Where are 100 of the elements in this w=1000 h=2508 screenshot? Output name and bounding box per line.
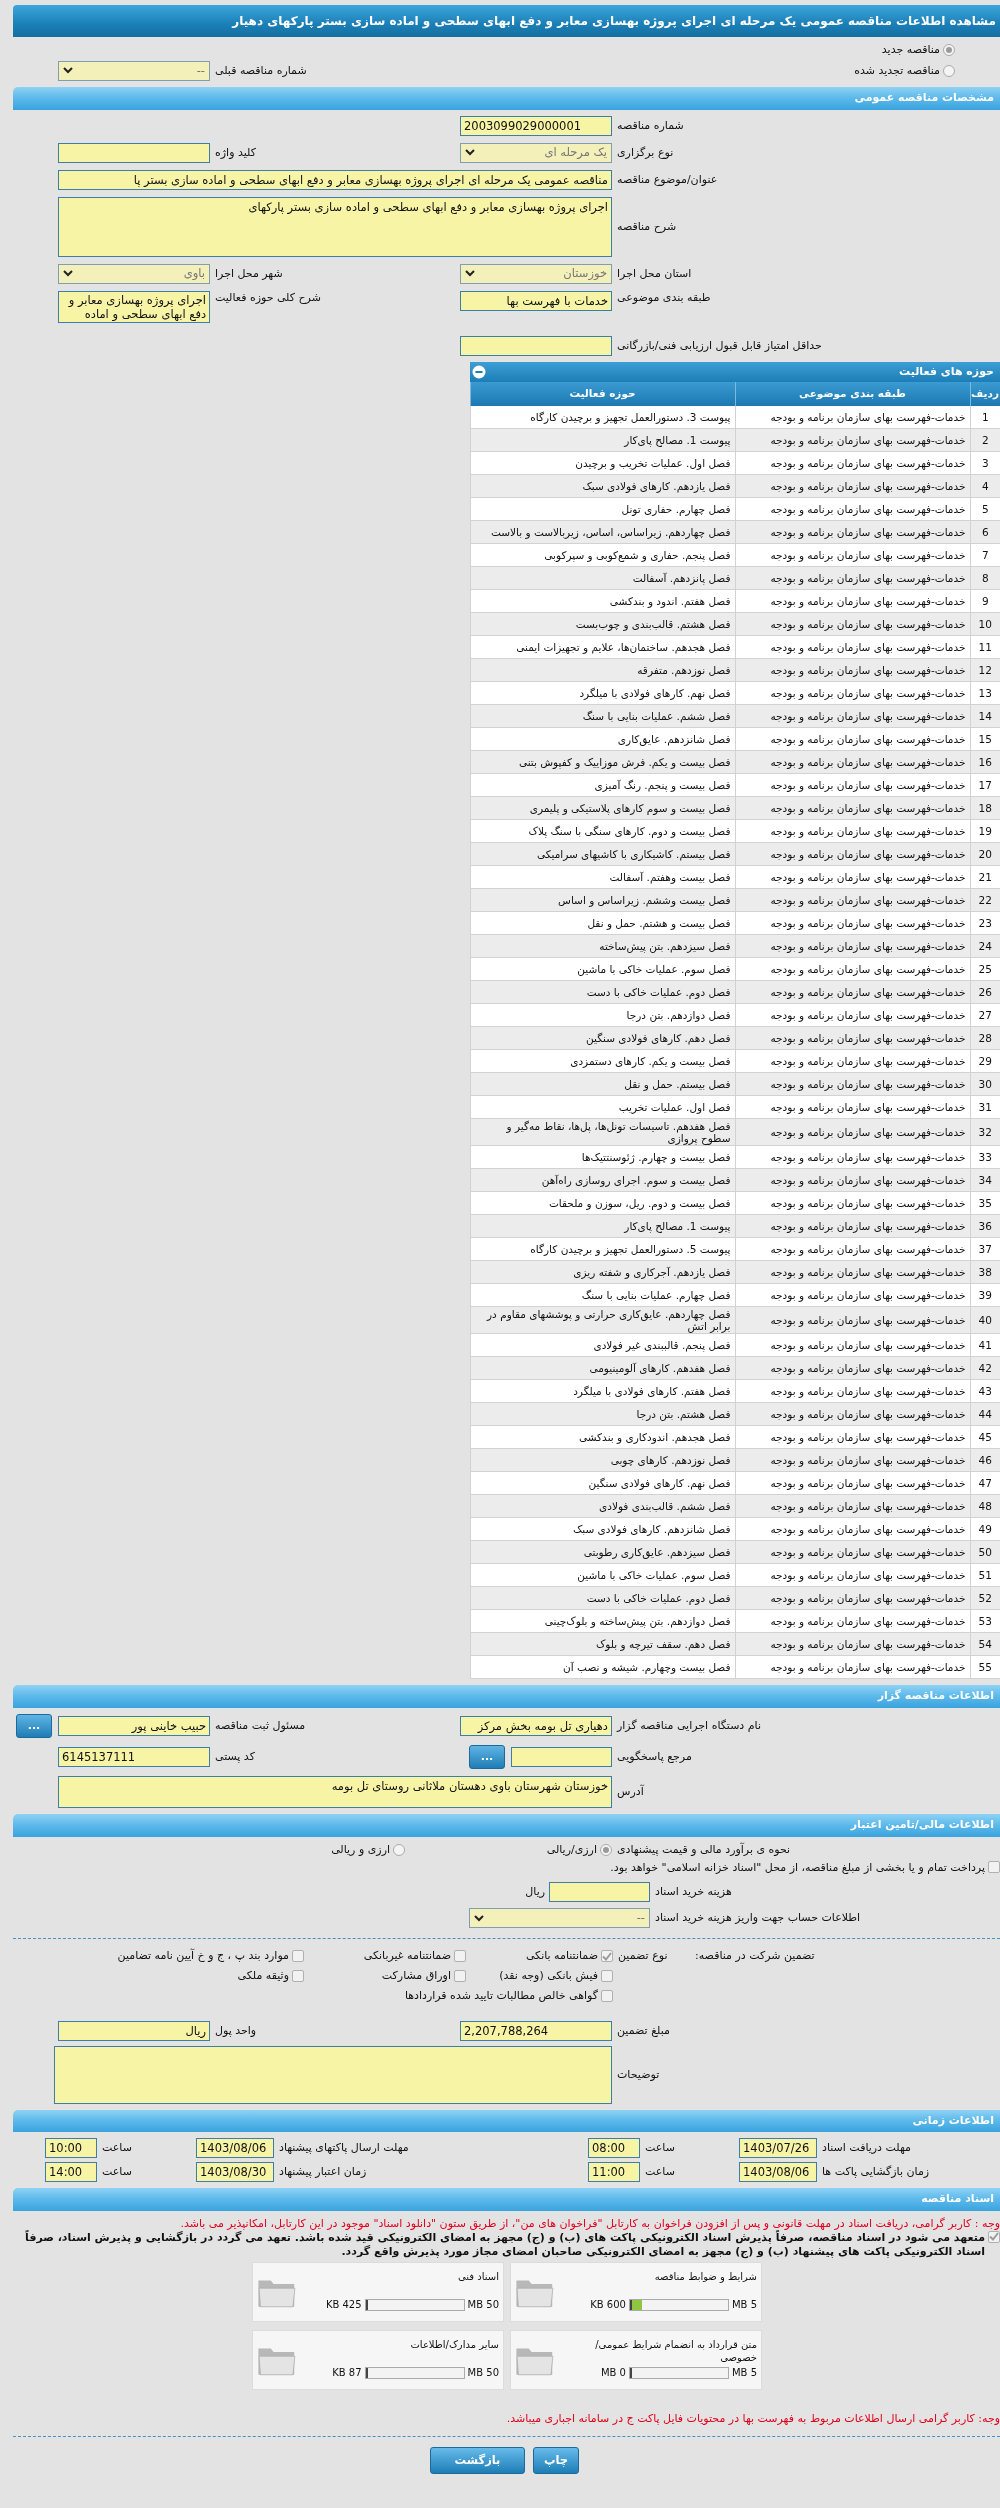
table-cell: 8 [970,566,1000,590]
input-field[interactable]: 6145137111 [58,1747,210,1767]
table-cell: خدمات-فهرست بهای سازمان برنامه و بودجه [735,1517,970,1541]
field-label: شهر محل اجرا [214,266,284,281]
table-cell: فصل بیست و چهارم. ژئوسنتتیک‌ها [470,1145,735,1169]
field-label: شماره مناقصه [616,118,685,133]
select-field[interactable]: -- [469,1908,650,1929]
checkbox-label: پرداخت تمام و یا بخشی از مبلغ مناقصه، از محل "اسناد خزانه اسلامی" خواهد بود. [610,1860,985,1875]
table-cell: فصل نوزدهم. کارهای چوبی [470,1448,735,1472]
input-field[interactable] [511,1747,612,1767]
table-cell: 33 [970,1145,1000,1169]
table-cell: 9 [970,589,1000,613]
input-field[interactable]: 1403/07/26 [739,2138,817,2159]
table-cell: فصل پنجم. قالببندی غیر فولادی [470,1333,735,1357]
input-field[interactable]: 1403/08/30 [196,2162,274,2183]
table-cell: 26 [970,980,1000,1004]
checkbox[interactable] [454,1969,466,1982]
field-label: نوع برگزاری [616,145,675,160]
table-cell: فصل چهاردهم. عایق‌کاری حرارتی و پوششهای مقاوم در برابر اتش [470,1306,735,1334]
text-area[interactable] [54,2045,612,2104]
checkbox[interactable] [601,1950,613,1963]
table-cell: 22 [970,888,1000,912]
field-label: توضیحات [616,2067,661,2082]
table-cell: فصل هجدهم. اندودکاری و بندکشی [470,1425,735,1449]
text-area[interactable]: اجرای پروژه بهسازی معابر و دفع ابهای سطحی و اماده سازی بستر پارکهای [58,196,612,257]
table-cell: خدمات-فهرست بهای سازمان برنامه و بودجه [735,520,970,544]
checkbox[interactable] [988,1860,1000,1873]
checkbox[interactable] [988,2230,1000,2243]
input-field[interactable]: 2003099029000001 [460,115,612,136]
checkbox[interactable] [292,1969,304,1982]
table-cell: خدمات-فهرست بهای سازمان برنامه و بودجه [735,1379,970,1403]
checkbox[interactable] [292,1950,304,1963]
select-field[interactable]: یک مرحله ای [460,142,612,163]
radio-label: مناقصه جدید [881,43,940,57]
table-cell: 21 [970,865,1000,889]
table-cell: 13 [970,681,1000,705]
input-field[interactable]: 2,207,788,264 [460,2020,612,2041]
field-label: نام دستگاه اجرایی مناقصه گزار [615,1719,762,1733]
checkbox[interactable] [454,1950,466,1963]
field-label: کد پستی [214,1750,256,1764]
table-cell: فصل بیست و هشتم. حمل و نقل [470,911,735,935]
chevron-down-icon [63,270,73,277]
table-cell: خدمات-فهرست بهای سازمان برنامه و بودجه [735,1448,970,1472]
table-cell: 40 [970,1306,1000,1334]
input-field[interactable]: 1403/08/06 [739,2162,817,2183]
text-area[interactable]: خوزستان شهرستان باوی دهستان ملاثانی روستای تل بومه [58,1776,612,1808]
radio-button[interactable] [600,1843,612,1856]
table-cell: فصل پنجم. حفاری و شمع‌کوبی و سپرکوبی [470,543,735,567]
checkbox[interactable] [601,1969,613,1982]
column-header: ردیف [970,381,1000,406]
input-field[interactable]: 08:00 [588,2138,640,2159]
input-field[interactable]: اجرای پروژه بهسازی معابر و دفع ابهای سطحی و اماده [58,290,210,323]
table-cell: خدمات-فهرست بهای سازمان برنامه و بودجه [735,405,970,429]
radio-button[interactable] [943,64,955,77]
select-field[interactable]: خوزستان [460,263,612,284]
table-cell: خدمات-فهرست بهای سازمان برنامه و بودجه [735,704,970,728]
input-field[interactable] [549,1882,650,1903]
collapse-icon [472,364,486,379]
chevron-down-icon [465,149,475,156]
table-cell: 45 [970,1425,1000,1449]
input-field[interactable] [58,142,210,163]
field-label: نحوه ی برآورد مالی و قیمت پیشنهادی [616,1842,792,1857]
table-cell: 1 [970,405,1000,429]
input-field[interactable]: ریال [58,2020,210,2041]
table-cell: فصل هشتم. بتن درجا [470,1402,735,1426]
select-field[interactable]: -- [58,60,210,81]
input-field[interactable]: 10:00 [45,2138,97,2159]
field-label: ساعت [101,2141,133,2156]
input-field[interactable]: حبیب خاینی پور [58,1716,210,1736]
radio-button[interactable] [393,1843,405,1856]
table-cell: 5 [970,497,1000,521]
input-field[interactable]: 1403/08/06 [196,2138,274,2159]
field-label: آدرس [616,1785,645,1799]
table-cell: فصل سوم. عملیات خاکی با ماشین [470,957,735,981]
input-field[interactable]: 11:00 [588,2162,640,2183]
table-cell: خدمات-فهرست بهای سازمان برنامه و بودجه [735,612,970,636]
input-field[interactable] [460,335,612,356]
input-field[interactable]: مناقصه عمومی یک مرحله ای اجرای پروژه بهسازی معابر و دفع ابهای سطحی و اماده سازی بستر پا [58,169,612,190]
field-label: مهلت دریافت اسناد [821,2141,912,2156]
table-cell: خدمات-فهرست بهای سازمان برنامه و بودجه [735,451,970,475]
table-cell: خدمات-فهرست بهای سازمان برنامه و بودجه [735,796,970,820]
table-cell: 50 [970,1540,1000,1564]
field-label: نوع تضمین [617,1949,669,1963]
table-cell: خدمات-فهرست بهای سازمان برنامه و بودجه [735,1471,970,1495]
field-label: استان محل اجرا [616,266,693,281]
checkbox[interactable] [601,1989,613,2002]
table-cell: فصل دهم. کارهای فولادی سنگین [470,1026,735,1050]
input-field[interactable]: 14:00 [45,2162,97,2183]
table-cell: خدمات-فهرست بهای سازمان برنامه و بودجه [735,1425,970,1449]
radio-button[interactable] [943,43,955,56]
input-field[interactable]: دهیاری تل بومه بخش مرکز [460,1716,612,1736]
field-label: حداقل امتیاز قابل قبول ارزیابی فنی/بازرگانی [616,338,823,353]
table-cell: 42 [970,1356,1000,1380]
table-cell: فصل بیست وششم. زیراساس و اساس [470,888,735,912]
select-field[interactable]: باوی [58,263,210,284]
table-cell: 37 [970,1237,1000,1261]
table-cell: خدمات-فهرست بهای سازمان برنامه و بودجه [735,1333,970,1357]
table-cell: 17 [970,773,1000,797]
table-cell: 2 [970,428,1000,452]
input-field[interactable]: خدمات با فهرست بها [460,290,612,311]
